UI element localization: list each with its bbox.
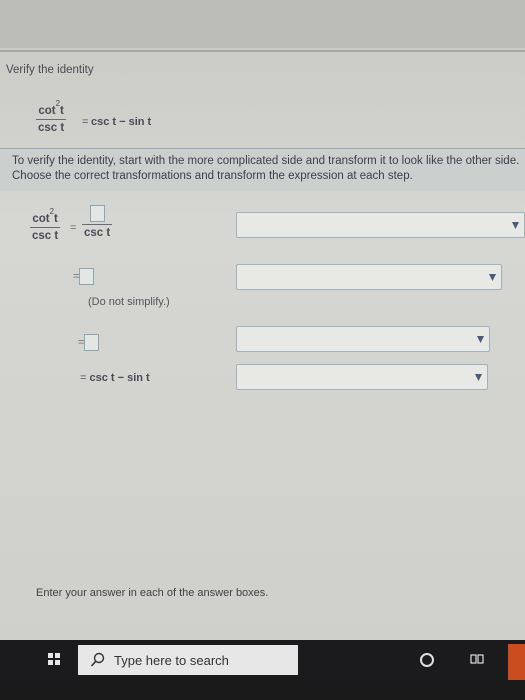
browser-content: Verify the identity cot2t csc t = csc t …	[0, 0, 525, 640]
identity-denominator: csc t	[38, 121, 65, 134]
identity-lhs-fraction: cot2t csc t	[36, 99, 67, 134]
step1-exponent: 2	[49, 207, 55, 216]
taskbar-app-edge	[508, 644, 525, 680]
step1-numerator-answer-box[interactable]	[89, 205, 105, 222]
question-prompt: Verify the identity	[6, 64, 94, 76]
final-expression: = csc t − sin t	[80, 372, 150, 384]
step3-transformation-dropdown[interactable]	[236, 326, 490, 352]
step2-transformation-dropdown[interactable]	[236, 264, 502, 290]
identity-rhs: csc t − sin t	[91, 116, 152, 128]
step3-answer-box[interactable]	[84, 334, 100, 351]
step1-numerator: cot	[32, 212, 50, 225]
identity-variable: t	[60, 104, 64, 117]
step3-row: =	[78, 334, 100, 351]
step1-lhs-fraction: cot2t csc t	[30, 207, 61, 242]
windows-taskbar: Type here to search	[0, 640, 525, 680]
cortana-icon[interactable]	[420, 653, 434, 667]
do-not-simplify-note: (Do not simplify.)	[88, 296, 170, 308]
step1-equals: =	[70, 222, 77, 234]
answer-instruction: Enter your answer in each of the answer …	[36, 587, 269, 599]
search-placeholder: Type here to search	[114, 653, 229, 668]
task-view-icon[interactable]	[470, 652, 484, 666]
identity-exponent: 2	[55, 99, 61, 108]
final-expr: csc t − sin t	[89, 372, 150, 384]
step1-rhs-fraction: csc t	[82, 205, 113, 239]
search-icon	[90, 652, 105, 667]
top-bar	[0, 0, 525, 48]
step2-row: =	[73, 268, 95, 285]
step1-denominator: csc t	[32, 229, 59, 242]
dropdown-arrow-icon	[489, 274, 496, 281]
dropdown-arrow-icon	[512, 222, 519, 229]
taskbar-search-box[interactable]: Type here to search	[78, 645, 298, 675]
windows-logo-icon[interactable]	[48, 653, 60, 665]
step1-rhs-denominator: csc t	[84, 227, 111, 239]
step2-answer-box[interactable]	[79, 268, 95, 285]
final-transformation-dropdown[interactable]	[236, 364, 488, 390]
step1-transformation-dropdown[interactable]	[236, 212, 525, 238]
step1-variable: t	[54, 212, 58, 225]
dropdown-arrow-icon	[475, 374, 482, 381]
dropdown-arrow-icon	[477, 336, 484, 343]
identity-equals: =	[82, 116, 89, 128]
instruction-text: To verify the identity, start with the m…	[12, 155, 520, 182]
divider	[0, 50, 525, 52]
identity-numerator: cot	[38, 104, 56, 117]
